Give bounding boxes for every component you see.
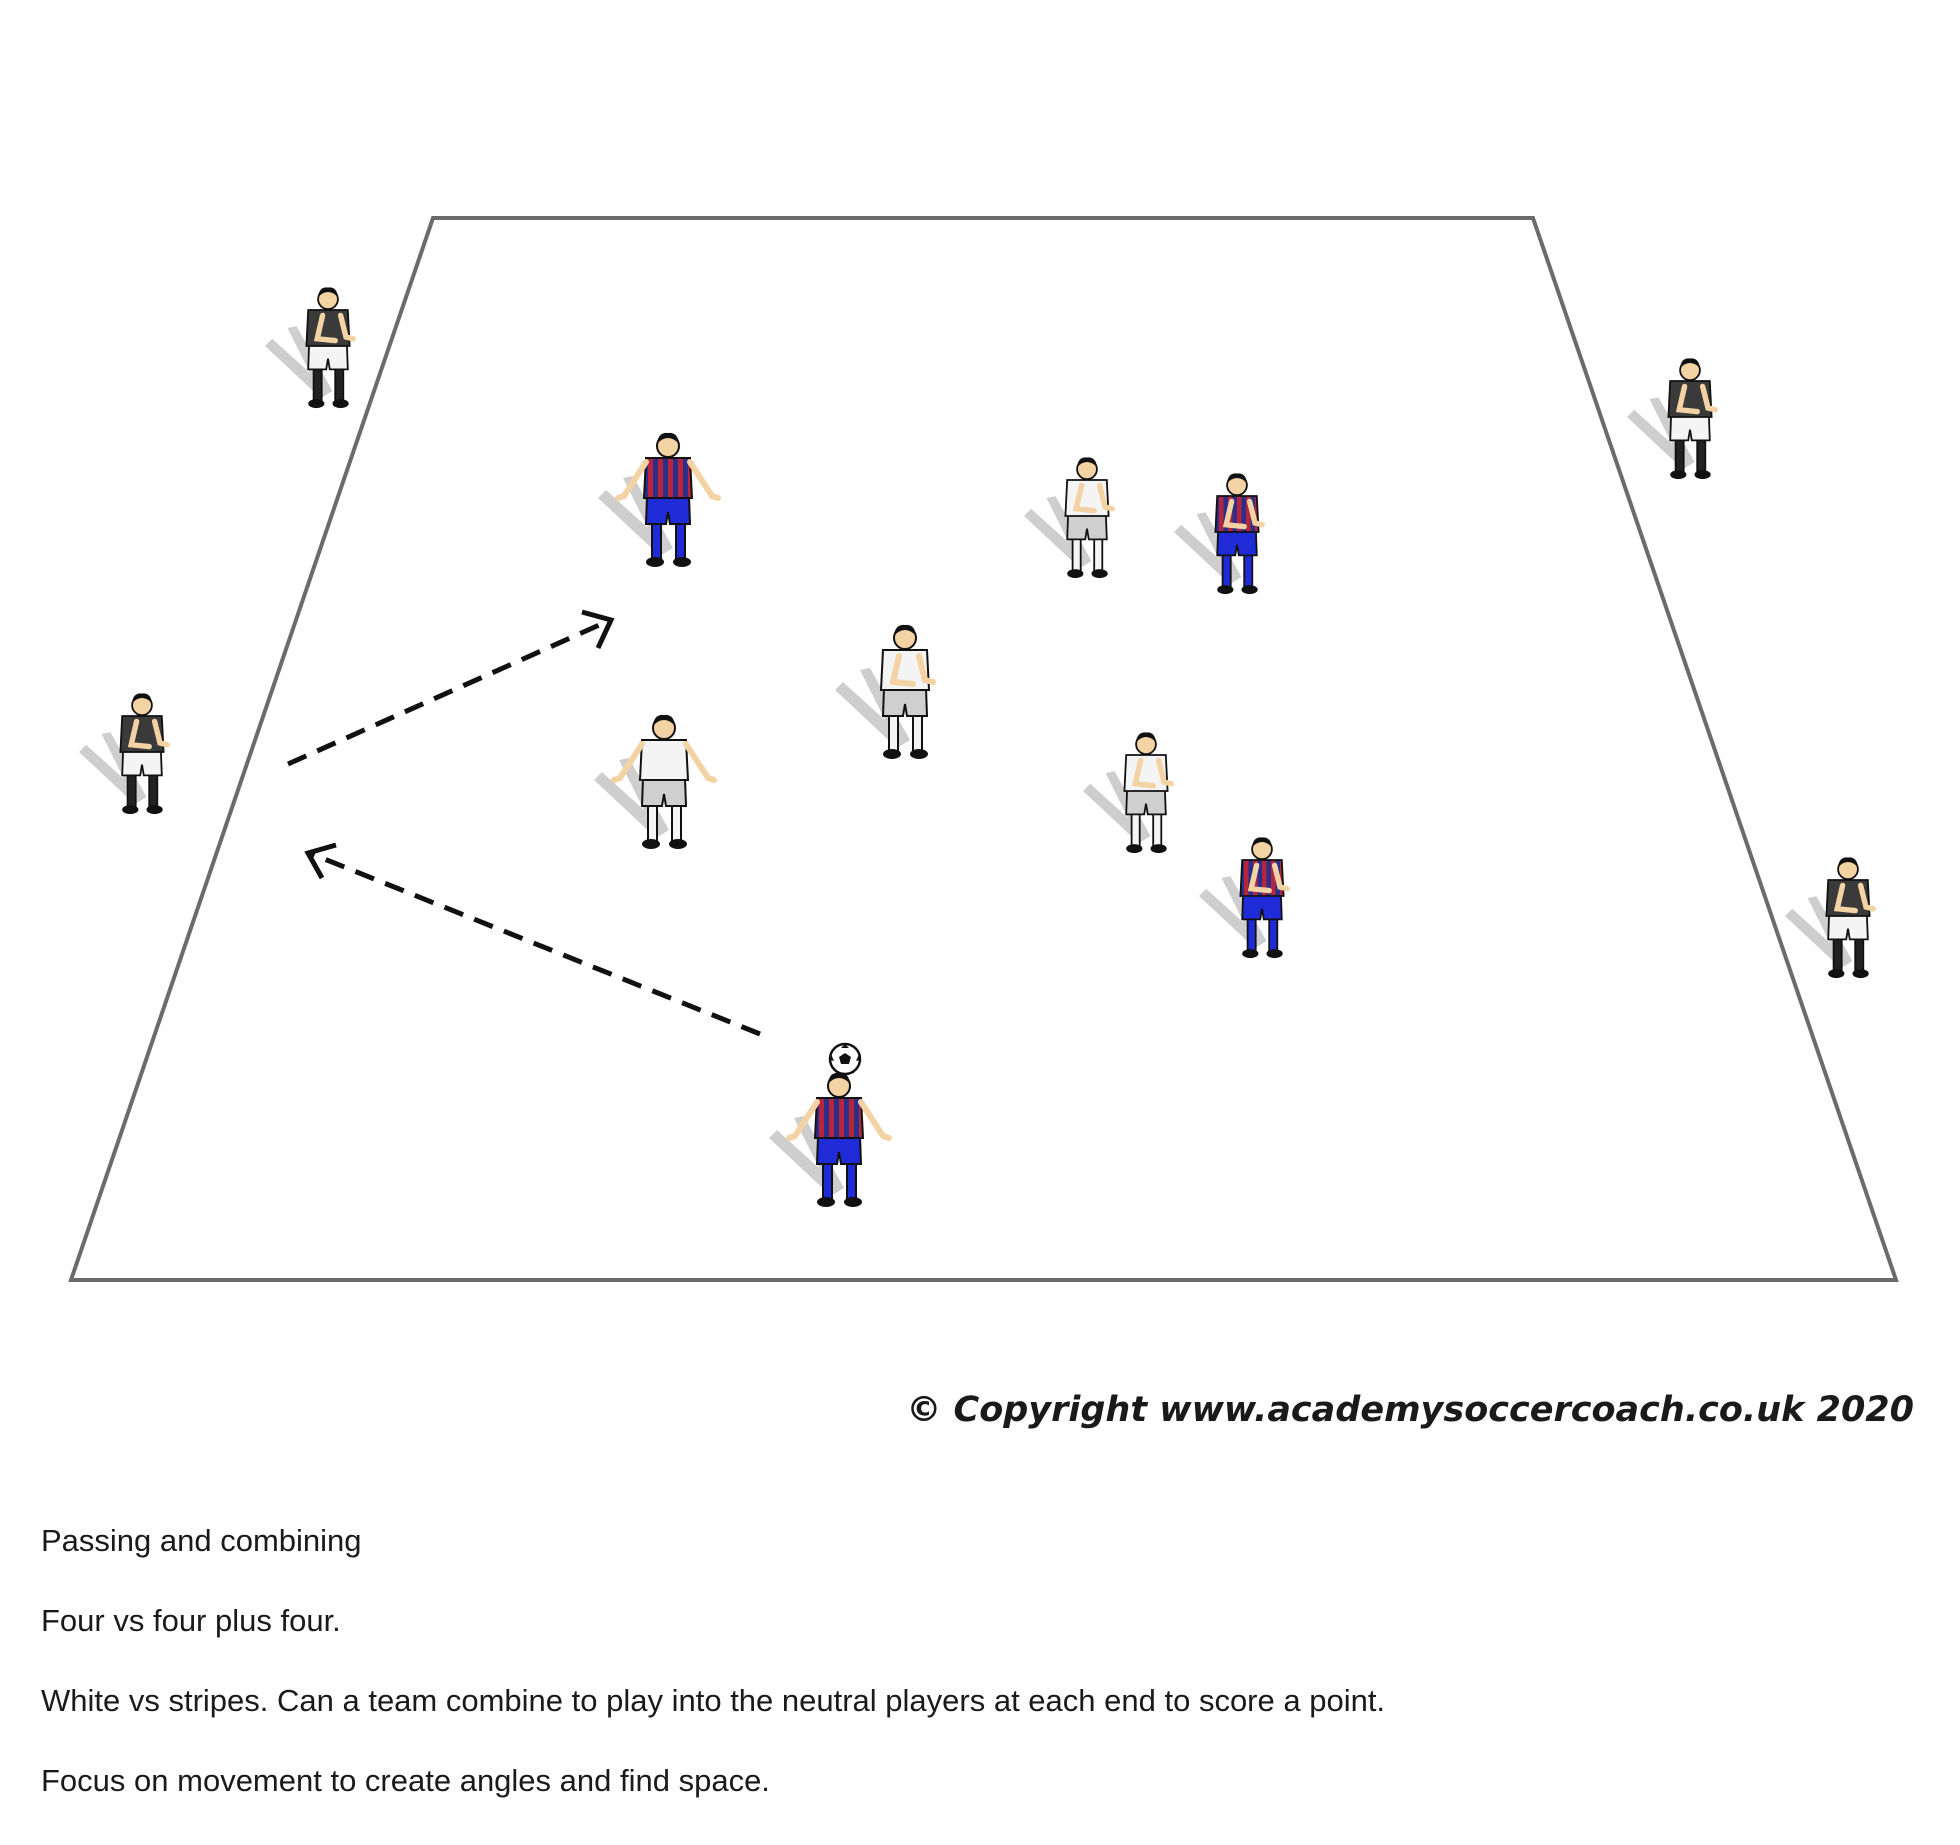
player-white-7 (594, 714, 717, 849)
drill-description: Passing and combining Four vs four plus … (41, 1525, 1921, 1845)
player-stripes-1 (598, 432, 721, 567)
player-white-6 (835, 624, 936, 759)
pass-arrow-upper (286, 609, 615, 767)
player-white-8 (1083, 732, 1174, 854)
drill-format: Four vs four plus four. (41, 1603, 341, 1638)
soccer-ball-icon (828, 1042, 862, 1076)
pitch-diagram (68, 216, 1899, 1282)
drill-focus: Focus on movement to create angles and f… (41, 1763, 770, 1798)
pitch-outline (68, 216, 1899, 1282)
player-white-5 (1024, 457, 1115, 579)
player-neutral-12 (1785, 857, 1876, 979)
drill-title: Passing and combining (41, 1523, 362, 1558)
drill-rules: White vs stripes. Can a team combine to … (41, 1683, 1386, 1718)
player-stripes-4 (769, 1072, 892, 1207)
player-neutral-9 (265, 287, 356, 409)
player-neutral-10 (79, 693, 170, 815)
player-stripes-2 (1174, 473, 1265, 595)
copyright-notice: © Copyright www.academysoccercoach.co.uk… (906, 1390, 1914, 1430)
player-stripes-3 (1199, 837, 1290, 959)
pass-arrow-lower (304, 842, 761, 1037)
player-neutral-11 (1627, 358, 1718, 480)
